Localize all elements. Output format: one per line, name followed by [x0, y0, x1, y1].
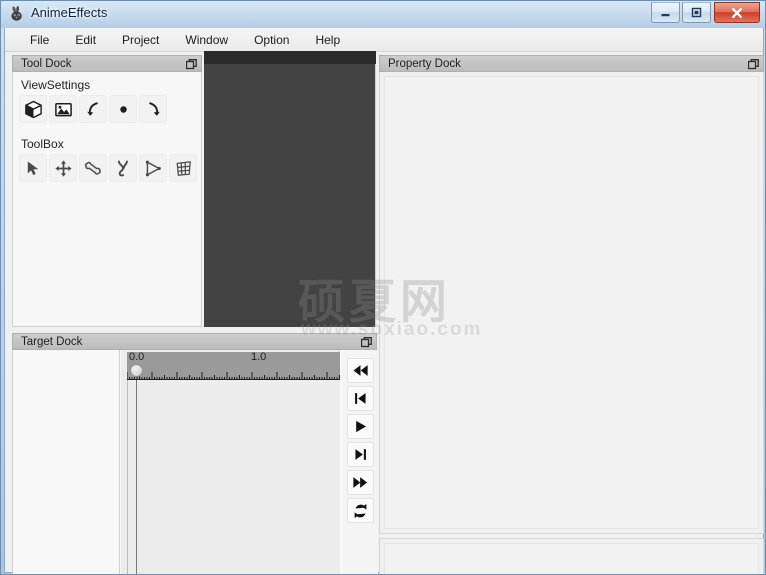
ruler-label-1: 1.0 — [251, 352, 267, 363]
rewind-to-start-icon — [353, 365, 368, 376]
toolbox-button-row — [13, 154, 201, 182]
canvas-top-strip — [204, 51, 376, 64]
menu-window[interactable]: Window — [172, 30, 241, 50]
undock-icon[interactable] — [361, 337, 372, 348]
step-backward-button[interactable] — [347, 386, 374, 411]
undock-icon[interactable] — [748, 59, 759, 70]
maximize-icon — [683, 3, 710, 22]
step-backward-icon — [355, 393, 366, 404]
bone-pose-icon[interactable] — [109, 154, 137, 182]
property-dock-title-label: Property Dock — [388, 57, 461, 70]
property-dock-lower-content — [384, 543, 759, 574]
ruler-ticks — [127, 372, 340, 380]
rotate-right-icon[interactable] — [139, 95, 167, 123]
application-window: AnimeEffects File Edit Project Window Op… — [0, 0, 766, 575]
viewsettings-button-row — [13, 95, 201, 123]
tool-dock-body: ViewSettings ToolBox — [12, 72, 202, 327]
fast-forward-to-end-icon — [353, 477, 368, 488]
step-forward-button[interactable] — [347, 442, 374, 467]
timeline-playhead-handle[interactable] — [130, 364, 143, 377]
property-dock-titlebar: Property Dock — [379, 55, 764, 72]
view-image-icon[interactable] — [49, 95, 77, 123]
timeline-playhead-line — [136, 380, 137, 574]
main-canvas[interactable] — [204, 51, 376, 327]
viewsettings-label: ViewSettings — [21, 78, 91, 92]
menu-file[interactable]: File — [17, 30, 62, 50]
loop-icon — [354, 503, 367, 518]
rabbit-app-icon — [8, 5, 26, 23]
title-bar: AnimeEffects — [1, 1, 765, 28]
target-dock-title-label: Target Dock — [21, 335, 83, 348]
step-forward-icon — [355, 449, 366, 460]
menu-bar: File Edit Project Window Option Help — [5, 28, 763, 52]
property-dock-body[interactable] — [379, 72, 764, 534]
maximize-button[interactable] — [682, 2, 711, 23]
target-dock-body: 0.0 1.0 — [12, 350, 378, 574]
loop-button[interactable] — [347, 498, 374, 523]
property-dock-lower-panel[interactable] — [379, 538, 764, 574]
rotate-left-icon[interactable] — [79, 95, 107, 123]
timeline-ruler[interactable]: 0.0 1.0 — [127, 352, 340, 380]
mesh-grid-icon[interactable] — [169, 154, 197, 182]
view-3d-cube-icon[interactable] — [19, 95, 47, 123]
play-button[interactable] — [347, 414, 374, 439]
bone-icon[interactable] — [79, 154, 107, 182]
playback-controls — [343, 350, 378, 574]
property-dock-content — [384, 76, 759, 529]
minimize-button[interactable] — [651, 2, 680, 23]
ruler-label-0: 0.0 — [129, 352, 145, 363]
center-dot-icon[interactable] — [109, 95, 137, 123]
mesh-triangle-icon[interactable] — [139, 154, 167, 182]
play-icon — [356, 420, 367, 433]
timeline-tracks[interactable] — [127, 380, 340, 574]
rewind-to-start-button[interactable] — [347, 358, 374, 383]
tool-dock-titlebar: Tool Dock — [12, 55, 202, 72]
timeline-pane[interactable]: 0.0 1.0 — [121, 350, 340, 574]
target-dock-titlebar: Target Dock — [12, 333, 377, 350]
menu-edit[interactable]: Edit — [62, 30, 109, 50]
toolbox-label: ToolBox — [21, 137, 64, 151]
move-srt-icon[interactable] — [49, 154, 77, 182]
close-button[interactable] — [714, 2, 760, 23]
close-icon — [715, 3, 759, 22]
undock-icon[interactable] — [186, 59, 197, 70]
tool-dock-title-label: Tool Dock — [21, 57, 72, 70]
cursor-select-icon[interactable] — [19, 154, 47, 182]
menu-project[interactable]: Project — [109, 30, 172, 50]
fast-forward-to-end-button[interactable] — [347, 470, 374, 495]
minimize-icon — [652, 3, 679, 22]
window-title: AnimeEffects — [31, 5, 108, 20]
target-object-tree[interactable] — [13, 350, 120, 574]
menu-help[interactable]: Help — [302, 30, 353, 50]
menu-option[interactable]: Option — [241, 30, 302, 50]
